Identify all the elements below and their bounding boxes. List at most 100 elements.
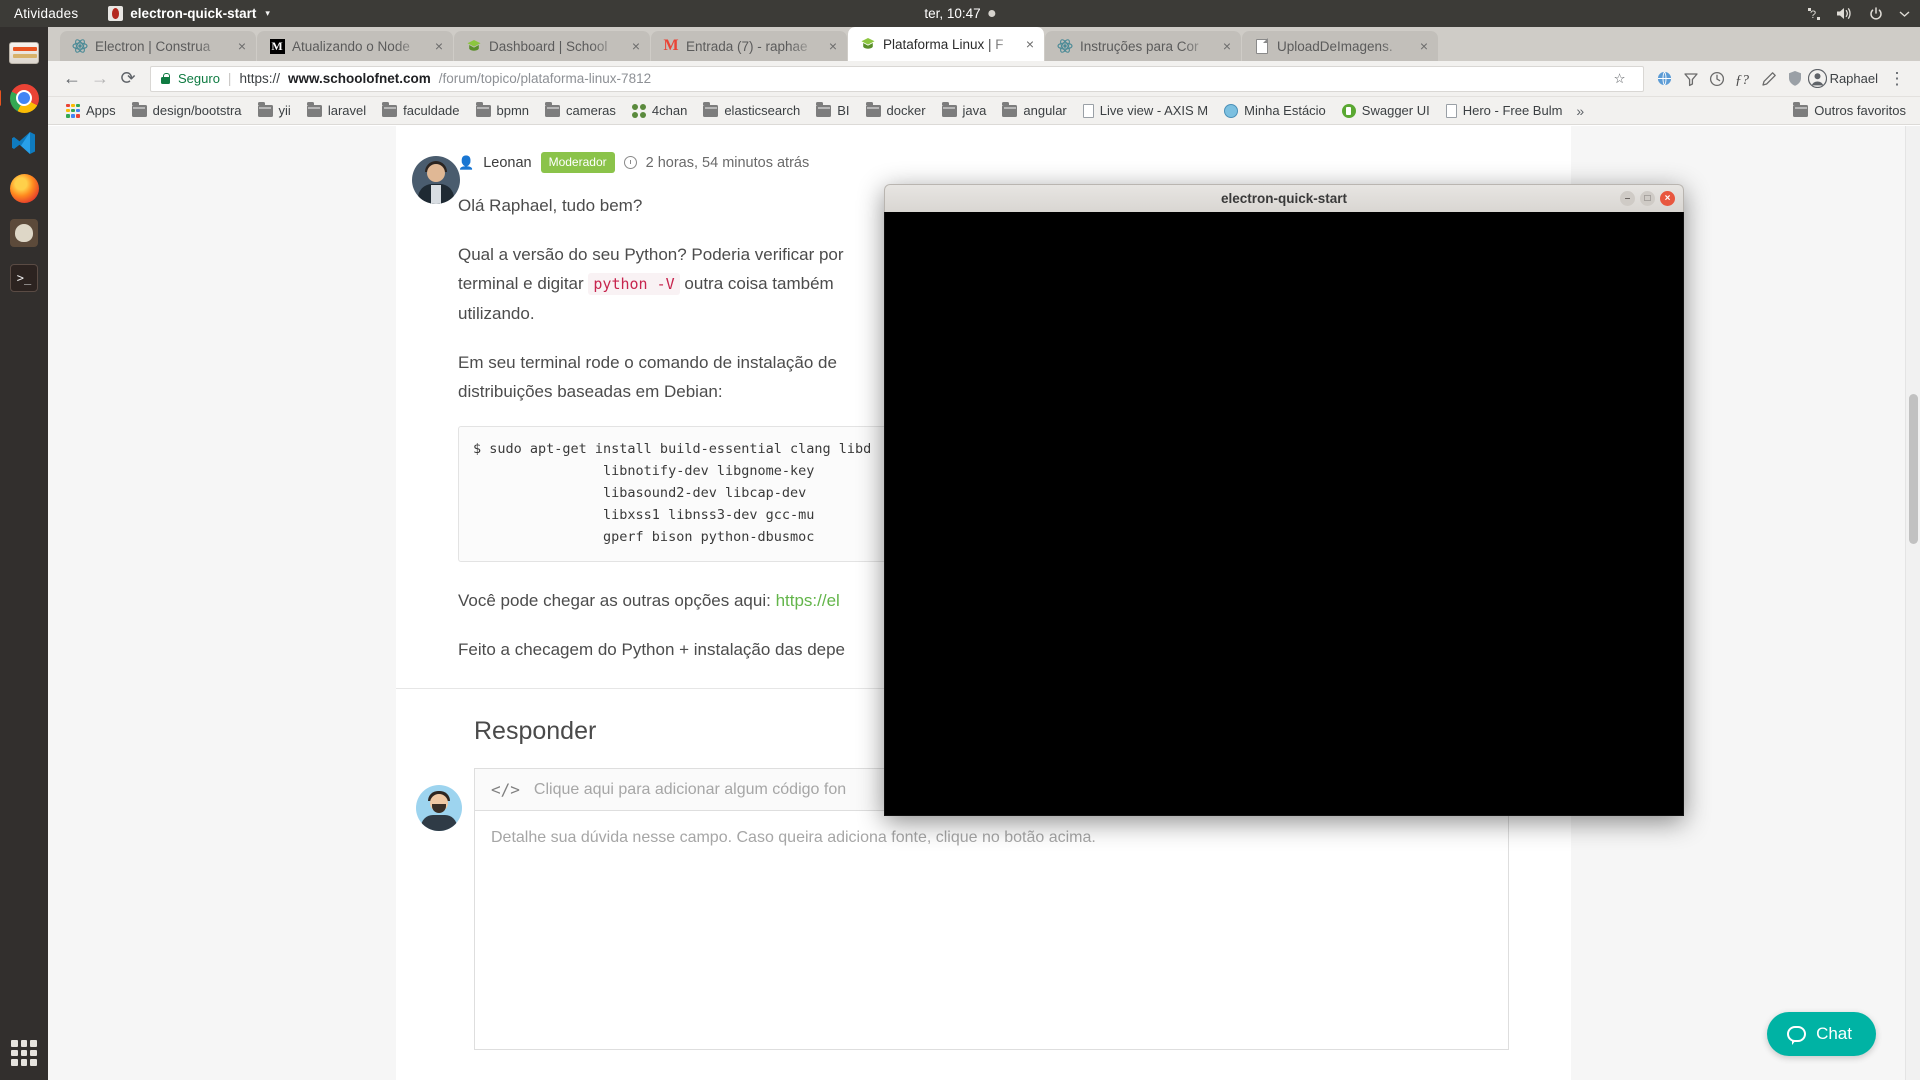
bookmark-cameras[interactable]: cameras <box>537 100 624 121</box>
terminal-icon: >_ <box>10 264 38 292</box>
activities-button[interactable]: Atividades <box>14 6 78 21</box>
status-badge: Moderador <box>540 152 615 173</box>
tab-dashboard-schoolofnet[interactable]: Dashboard | School × <box>454 31 650 61</box>
back-button[interactable]: ← <box>58 65 86 93</box>
extension-filter-icon[interactable] <box>1678 66 1704 92</box>
svg-text:ƒ?: ƒ? <box>1735 73 1749 87</box>
bookmarks-bar: Apps design/bootstra yii laravel faculda… <box>48 97 1920 125</box>
add-source-code-label: Clique aqui para adicionar algum código … <box>533 780 847 798</box>
bookmark-live-view-axis[interactable]: Live view - AXIS M <box>1075 100 1216 121</box>
bookmark-design-bootstrap[interactable]: design/bootstra <box>124 100 250 121</box>
forward-button[interactable]: → <box>86 65 114 93</box>
chrome-menu-button[interactable]: ⋮ <box>1884 66 1910 92</box>
close-icon[interactable]: × <box>234 39 250 53</box>
bookmark-java[interactable]: java <box>934 100 995 121</box>
bookmarks-overflow-button[interactable]: » <box>1576 103 1584 119</box>
bookmark-bi[interactable]: BI <box>808 100 857 121</box>
schoolofnet-icon <box>860 36 876 52</box>
code-tag-icon: </> <box>491 780 520 800</box>
minimize-button[interactable]: – <box>1620 191 1635 206</box>
files-icon <box>9 42 39 64</box>
reply-textarea[interactable]: Detalhe sua dúvida nesse campo. Caso que… <box>474 810 1509 1051</box>
volume-icon[interactable] <box>1836 6 1853 21</box>
show-applications-button[interactable] <box>11 1040 37 1066</box>
keyboard-indicator-icon[interactable]: ? <box>1807 7 1821 21</box>
chat-widget-button[interactable]: Chat <box>1767 1012 1876 1056</box>
extension-fx-icon[interactable]: ƒ? <box>1730 66 1756 92</box>
app-menu-button[interactable]: electron-quick-start ▾ <box>108 6 270 21</box>
post-meta: 👤 Leonan Moderador 2 horas, 54 minutos a… <box>458 152 1511 173</box>
bookmark-4chan[interactable]: 4chan <box>624 100 695 121</box>
bookmark-faculdade[interactable]: faculdade <box>374 100 467 121</box>
bookmark-angular[interactable]: angular <box>994 100 1074 121</box>
bookmark-apps[interactable]: Apps <box>58 100 124 121</box>
profile-avatar[interactable] <box>1808 66 1828 92</box>
electron-content-area[interactable] <box>884 212 1684 816</box>
electron-icon <box>72 38 88 54</box>
bookmark-label: java <box>962 103 987 118</box>
tab-electron-construa[interactable]: Electron | Construa × <box>60 31 256 61</box>
bookmark-minha-estacio[interactable]: Minha Estácio <box>1216 100 1334 121</box>
bookmark-elasticsearch[interactable]: elasticsearch <box>695 100 808 121</box>
schoolofnet-icon <box>466 38 482 54</box>
tab-uploaddeimagens[interactable]: UploadDeImagens. × <box>1242 31 1438 61</box>
avatar <box>416 785 462 832</box>
tab-plataforma-linux[interactable]: Plataforma Linux | F × <box>848 27 1044 61</box>
bookmark-label: cameras <box>566 103 616 118</box>
bookmark-star-icon[interactable]: ☆ <box>1607 66 1633 92</box>
folder-icon <box>475 101 491 117</box>
extension-pencil-icon[interactable] <box>1756 66 1782 92</box>
tab-atualizando-o-node[interactable]: M Atualizando o Node × <box>257 31 453 61</box>
bookmark-bpmn[interactable]: bpmn <box>468 100 538 121</box>
apps-grid-icon <box>66 103 80 118</box>
other-bookmarks-folder[interactable]: Outros favoritos <box>1785 100 1914 121</box>
dock-item-files[interactable] <box>4 33 44 73</box>
close-icon[interactable]: × <box>1416 39 1432 53</box>
close-icon[interactable]: × <box>1219 39 1235 53</box>
close-icon[interactable]: × <box>1022 37 1038 51</box>
clock-button[interactable]: ter, 10:47 <box>924 6 996 21</box>
profile-name[interactable]: Raphael <box>1828 71 1884 86</box>
close-icon[interactable]: × <box>628 39 644 53</box>
close-icon[interactable]: × <box>825 39 841 53</box>
power-icon[interactable] <box>1868 6 1884 22</box>
folder-icon <box>382 101 398 117</box>
electron-app-icon <box>108 6 124 21</box>
electron-app-window[interactable]: electron-quick-start – □ × <box>884 184 1684 816</box>
bookmark-label: Live view - AXIS M <box>1099 103 1209 118</box>
extension-globe-icon[interactable] <box>1652 66 1678 92</box>
bookmark-yii[interactable]: yii <box>250 100 299 121</box>
maximize-button[interactable]: □ <box>1640 191 1655 206</box>
close-icon[interactable]: × <box>431 39 447 53</box>
tab-label: Atualizando o Node <box>292 38 410 54</box>
extension-clock-icon[interactable] <box>1704 66 1730 92</box>
system-status-area[interactable]: ? <box>1807 6 1910 22</box>
electron-titlebar[interactable]: electron-quick-start – □ × <box>884 184 1684 212</box>
close-button[interactable]: × <box>1660 191 1675 206</box>
document-icon <box>1254 38 1270 54</box>
chevron-down-icon[interactable] <box>1899 10 1910 18</box>
electron-docs-link[interactable]: https://el <box>776 591 840 610</box>
address-bar[interactable]: Seguro | https:// www.schoolofnet.com/for… <box>150 65 1644 92</box>
other-bookmarks-label: Outros favoritos <box>1814 103 1906 118</box>
dock-item-chrome[interactable] <box>0 78 44 118</box>
extension-shield-icon[interactable] <box>1782 66 1808 92</box>
post-author[interactable]: Leonan <box>483 155 531 171</box>
tab-instrucoes-para-contribuir[interactable]: Instruções para Cor × <box>1045 31 1241 61</box>
dock-item-terminal[interactable]: >_ <box>4 258 44 298</box>
scrollbar-thumb[interactable] <box>1909 394 1918 544</box>
chat-bubble-icon <box>1787 1026 1807 1045</box>
bookmark-hero-free-bulma[interactable]: Hero - Free Bulm <box>1438 100 1571 121</box>
reload-button[interactable]: ⟳ <box>114 65 142 93</box>
folder-icon <box>545 101 561 117</box>
bookmark-swagger-ui[interactable]: Swagger UI <box>1334 100 1438 121</box>
page-scrollbar[interactable] <box>1905 126 1920 1080</box>
dock-item-firefox[interactable] <box>4 168 44 208</box>
tab-gmail-entrada[interactable]: M Entrada (7) - raphae × <box>651 31 847 61</box>
dock-item-gimp[interactable] <box>4 213 44 253</box>
bookmark-laravel[interactable]: laravel <box>299 100 374 121</box>
dock-item-vscode[interactable] <box>4 123 44 163</box>
browser-toolbar: ← → ⟳ Seguro | https:// www.schoolofnet.c… <box>48 61 1920 97</box>
bookmark-docker[interactable]: docker <box>858 100 934 121</box>
folder-icon <box>941 101 957 117</box>
